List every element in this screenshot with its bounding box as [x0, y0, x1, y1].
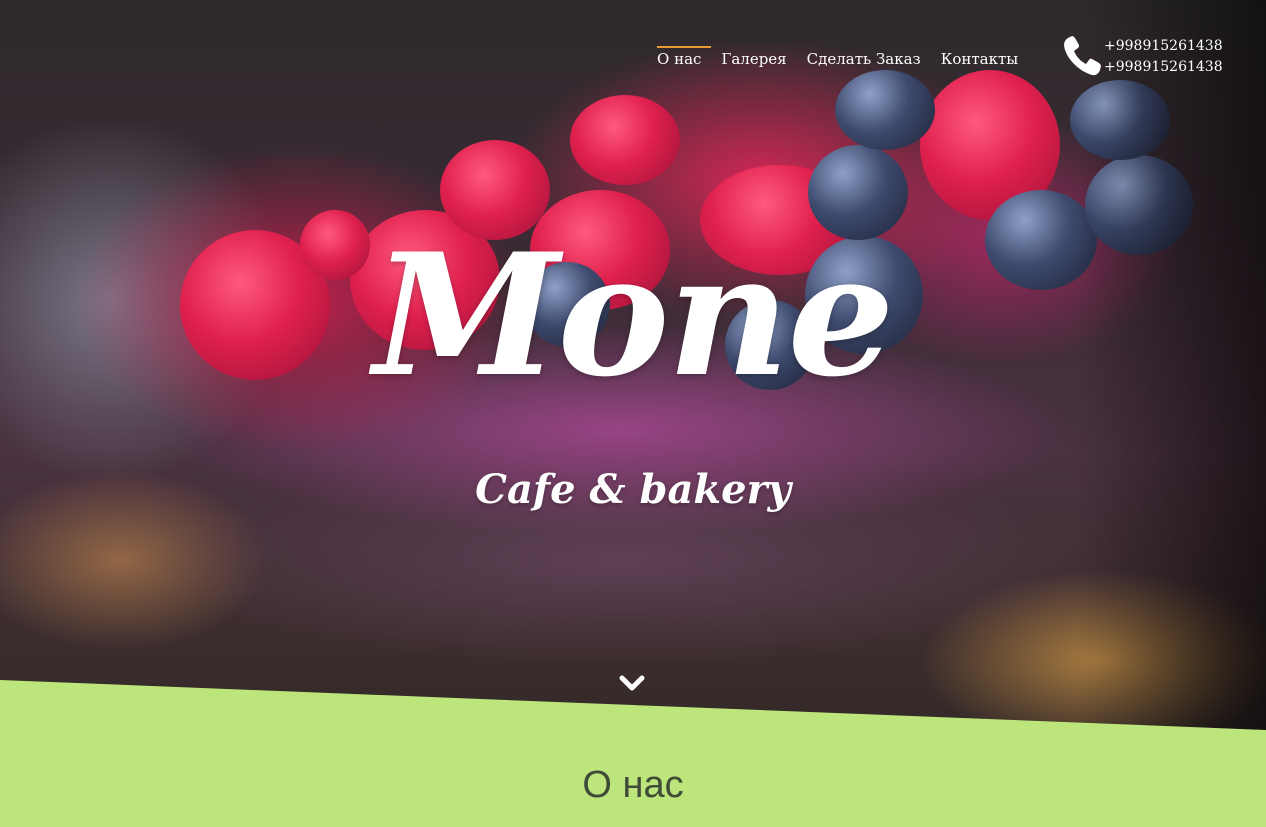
phone-number-link[interactable]: +998915261438: [1104, 36, 1223, 57]
nav-item-about[interactable]: О нас: [657, 46, 712, 70]
phone-icon: [1064, 36, 1101, 76]
brand-title: Mone: [373, 216, 894, 414]
nav-item-gallery[interactable]: Галерея: [711, 48, 796, 70]
chevron-down-icon[interactable]: [618, 672, 646, 694]
about-title: О нас: [582, 764, 684, 806]
brand-subtitle: Cafe & bakery: [475, 466, 791, 513]
nav-item-order[interactable]: Сделать Заказ: [797, 48, 931, 70]
nav-item-contacts[interactable]: Контакты: [931, 48, 1029, 70]
phone-contact: +998915261438 +998915261438: [1062, 35, 1223, 78]
phone-numbers: +998915261438 +998915261438: [1104, 36, 1223, 78]
phone-number-link[interactable]: +998915261438: [1104, 57, 1223, 78]
main-nav: О нас Галерея Сделать Заказ Контакты: [657, 46, 1029, 70]
